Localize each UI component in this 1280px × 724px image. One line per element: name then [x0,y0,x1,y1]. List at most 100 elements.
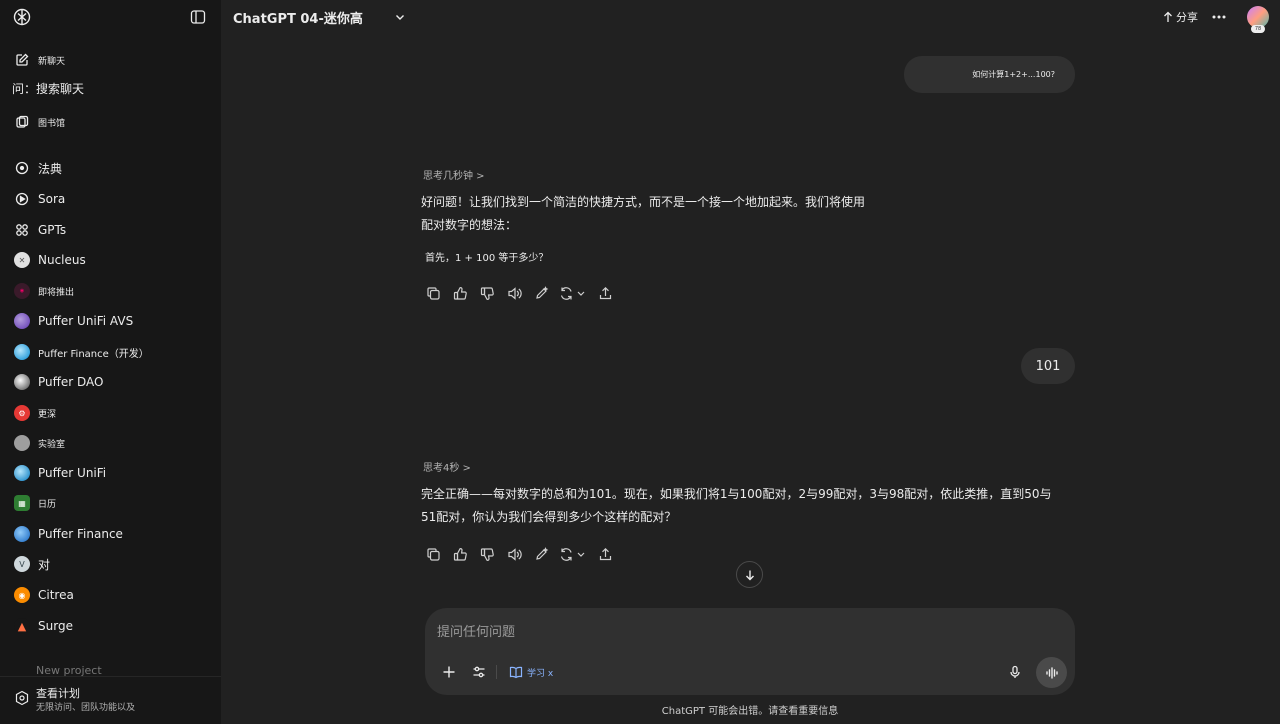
sidebar-item-puffer-dao[interactable]: Puffer DAO [8,368,213,396]
sidebar-item-sora[interactable]: Sora [8,185,213,213]
sidebar-item-puffer-unifi-avs[interactable]: Puffer UniFi AVS [8,307,213,335]
share-arrow-icon [1163,11,1173,23]
voice-waveform-icon [1045,666,1059,680]
new-chat-icon [14,52,30,68]
sidebar-toggle-icon[interactable] [189,8,207,26]
pair-avatar: V [14,556,30,572]
sidebar-item-coming-soon[interactable]: ◉ 即将推出 [8,277,213,305]
sidebar-item-label: Nucleus [38,253,86,267]
model-selector[interactable]: ChatGPT 04-迷你高 [233,8,363,27]
sidebar-search-chats[interactable]: 问：搜索聊天 [12,80,84,97]
scroll-to-bottom-button[interactable] [736,561,763,588]
library-label: 图书馆 [38,118,66,129]
assistant-text: 配对数字的想法： [421,218,518,232]
calendar-avatar: ▦ [14,495,30,511]
copy-icon[interactable] [424,284,442,302]
sidebar-item-label: Sora [38,192,66,206]
regenerate-icon[interactable] [559,284,587,302]
share-button[interactable]: 分享 [1163,8,1198,26]
sidebar-item-dictionary[interactable]: 法典 [8,154,213,182]
thinking-toggle[interactable]: 思考几秒钟 > [423,167,485,182]
puffer-dao-avatar [14,374,30,390]
assistant-text: 51配对，你认为我们会得到多少个这样的配对？ [421,510,677,524]
sora-icon [14,191,30,207]
library-icon [14,114,30,130]
plus-icon[interactable] [439,662,459,682]
sidebar-item-label: Puffer UniFi [38,466,107,480]
new-chat-label: 新聊天 [38,56,66,67]
study-mode-label: 学习 x [527,668,554,679]
sidebar-item-label: Surge [38,619,73,633]
sidebar-item-lab[interactable]: 实验室 [8,429,213,457]
sidebar-header [0,0,221,34]
sidebar-library[interactable]: 图书馆 [8,108,213,136]
disclaimer-text: ChatGPT 可能会出错。请查看重要信息 [661,706,839,717]
thumbs-up-icon[interactable] [451,545,469,563]
gpts-grid-icon [14,222,30,238]
sidebar-item-puffer-finance[interactable]: Puffer Finance [8,520,213,548]
sidebar-item-label: 更深 [38,409,57,420]
book-open-icon [509,665,523,679]
surge-avatar: ▲ [14,618,30,634]
sidebar-item-label: Puffer UniFi AVS [38,314,134,328]
edit-canvas-icon[interactable] [532,545,550,563]
sidebar-item-surge[interactable]: ▲ Surge [8,612,213,640]
sidebar-item-calendar[interactable]: ▦ 日历 [8,489,213,517]
sidebar-item-label: Puffer Finance [38,527,123,541]
read-aloud-icon[interactable] [505,545,523,563]
message-actions [424,545,614,563]
voice-mode-button[interactable] [1036,657,1067,688]
sidebar-item-citrea[interactable]: ◉ Citrea [8,581,213,609]
sidebar-item-gpts[interactable]: GPTs [8,216,213,244]
user-message: 101 [1021,348,1075,384]
share-message-icon[interactable] [596,284,614,302]
thumbs-down-icon[interactable] [478,545,496,563]
sidebar-item-label: 法典 [38,161,63,176]
sidebar-new-chat[interactable]: 新聊天 [8,46,213,74]
puffer-unifi-avs-avatar [14,313,30,329]
copy-icon[interactable] [424,545,442,563]
nucleus-avatar: ✕ [14,252,30,268]
sidebar-item-pair[interactable]: V 对 [8,550,213,578]
thumbs-down-icon[interactable] [478,284,496,302]
share-message-icon[interactable] [596,545,614,563]
puffer-unifi-avatar [14,465,30,481]
sidebar-item-label: 实验室 [38,439,66,450]
citrea-avatar: ◉ [14,587,30,603]
plan-title: 查看计划 [36,687,80,700]
sidebar-item-label: 对 [38,557,51,572]
view-plans-button[interactable]: 查看计划 无限访问、团队功能以及 [0,676,221,724]
assistant-text: 完全正确——每对数字的总和为101。现在，如果我们将1与100配对，2与99配对… [421,487,1052,501]
chevron-down-icon[interactable] [394,11,406,23]
openai-logo-icon[interactable] [12,7,32,27]
thinking-toggle[interactable]: 思考4秒 > [423,459,471,474]
microphone-icon[interactable] [1005,662,1025,682]
avatar-badge: 78 [1251,25,1265,33]
sidebar-item-label: 即将推出 [38,287,75,298]
study-mode-chip[interactable]: 学习 x [509,662,553,682]
sidebar-item-nucleus[interactable]: ✕ Nucleus [8,246,213,274]
sidebar-item-label: 日历 [38,499,57,510]
edit-canvas-icon[interactable] [532,284,550,302]
sidebar-item-puffer-unifi[interactable]: Puffer UniFi [8,459,213,487]
plan-icon [14,690,30,706]
sidebar-item-label: Puffer DAO [38,375,104,389]
assistant-text: 好问题！让我们找到一个简洁的快捷方式，而不是一个接一个地加起来。我们将使用 [421,195,866,209]
tools-sliders-icon[interactable] [469,662,489,682]
sidebar-item-deeper[interactable]: ⚙ 更深 [8,399,213,427]
deeper-avatar: ⚙ [14,405,30,421]
composer-divider [496,665,497,679]
regenerate-icon[interactable] [559,545,587,563]
sidebar-item-label: GPTs [38,223,67,237]
more-options-icon[interactable] [1210,8,1228,26]
puffer-finance-dev-avatar [14,344,30,360]
lab-avatar [14,435,30,451]
user-message: 如何计算1+2+...100? [904,56,1075,93]
sidebar: 新聊天 问：搜索聊天 图书馆 法典 Sora GPTs ✕ Nucleus ◉ … [0,0,221,724]
thumbs-up-icon[interactable] [451,284,469,302]
sidebar-item-puffer-finance-dev[interactable]: Puffer Finance（开发） [8,338,213,366]
prompt-input[interactable] [437,620,997,644]
read-aloud-icon[interactable] [505,284,523,302]
puffer-finance-avatar [14,526,30,542]
top-bar: ChatGPT 04-迷你高 分享 78 [221,0,1280,34]
